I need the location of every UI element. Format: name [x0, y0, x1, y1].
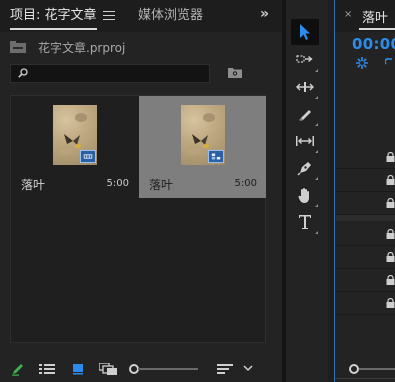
ripple-edit-tool[interactable]	[291, 74, 319, 100]
hand-tool[interactable]	[291, 182, 319, 208]
playhead-timecode[interactable]: 00:00	[352, 35, 395, 53]
track-row	[336, 145, 395, 169]
list-view-icon[interactable]	[37, 355, 57, 382]
video-film-icon	[80, 150, 96, 163]
clip-item[interactable]: 落叶 5:00	[11, 96, 138, 198]
track-row	[336, 268, 395, 292]
clip-name: 落叶	[149, 178, 174, 192]
project-file-name: 花字文章.prproj	[38, 40, 126, 55]
tab-media-browser[interactable]: 媒体浏览器	[138, 0, 203, 32]
project-panel: 项目: 花字文章 媒体浏览器 » 花字文章.prproj 落叶 5:00 落叶 …	[0, 0, 282, 382]
search-icon	[18, 68, 28, 78]
project-bottom-bar	[0, 355, 282, 382]
pen-tool[interactable]	[291, 155, 319, 181]
clip-duration: 5:00	[234, 178, 257, 189]
lock-icon[interactable]	[386, 275, 395, 285]
timeline-zoom-scrollbar[interactable]	[349, 363, 395, 375]
tab-sequence-title[interactable]: 落叶	[362, 7, 388, 26]
clip-grid: 落叶 5:00 落叶 5:00	[10, 95, 266, 343]
track-select-tool[interactable]	[291, 47, 319, 73]
lock-icon[interactable]	[386, 298, 395, 308]
icon-view-icon[interactable]	[68, 355, 88, 382]
track-row	[336, 245, 395, 269]
project-tabbar: 项目: 花字文章 媒体浏览器 »	[0, 0, 282, 32]
track-row	[336, 168, 395, 192]
lock-icon[interactable]	[386, 175, 395, 185]
pencil-icon[interactable]	[8, 355, 28, 382]
tab-project-label: 项目: 花字文章	[10, 8, 97, 23]
track-row	[336, 291, 395, 315]
active-tab-underline	[359, 28, 395, 30]
razor-tool[interactable]	[291, 101, 319, 127]
freeform-view-icon[interactable]	[97, 355, 119, 382]
video-audio-divider[interactable]	[336, 215, 395, 221]
sort-icon[interactable]	[215, 355, 235, 382]
clip-duration: 5:00	[106, 178, 129, 189]
panel-menu-icon[interactable]	[103, 8, 115, 22]
project-folder-icon	[10, 41, 26, 53]
active-tab-underline	[10, 28, 97, 30]
lock-icon[interactable]	[386, 252, 395, 262]
tab-overflow-icon[interactable]: »	[260, 6, 269, 22]
clip-item-selected[interactable]: 落叶 5:00	[139, 96, 266, 198]
panel-bottom-edge	[335, 378, 395, 379]
clip-name: 落叶	[21, 178, 46, 192]
lock-icon[interactable]	[386, 229, 395, 239]
track-row	[336, 191, 395, 215]
type-tool[interactable]	[291, 209, 319, 235]
sequence-icon	[208, 150, 224, 163]
close-icon[interactable]: ×	[344, 9, 352, 20]
lock-icon[interactable]	[386, 152, 395, 162]
tab-project[interactable]: 项目: 花字文章	[10, 0, 97, 32]
chevron-down-icon[interactable]	[240, 355, 256, 382]
tools-panel	[286, 0, 328, 382]
snap-icon[interactable]	[355, 56, 369, 70]
project-file-row: 花字文章.prproj	[10, 38, 125, 56]
track-row	[336, 222, 395, 246]
new-bin-icon[interactable]	[228, 67, 242, 78]
search-input[interactable]	[10, 64, 210, 83]
zoom-slider[interactable]	[128, 355, 200, 382]
tab-media-browser-label: 媒体浏览器	[138, 8, 204, 23]
slip-tool[interactable]	[291, 128, 319, 154]
timeline-tabbar: × 落叶	[335, 0, 395, 32]
lock-icon[interactable]	[386, 198, 395, 208]
linked-selection-icon[interactable]	[385, 57, 395, 69]
selection-tool[interactable]	[291, 19, 319, 45]
timeline-panel: × 落叶 00:00	[334, 0, 395, 382]
